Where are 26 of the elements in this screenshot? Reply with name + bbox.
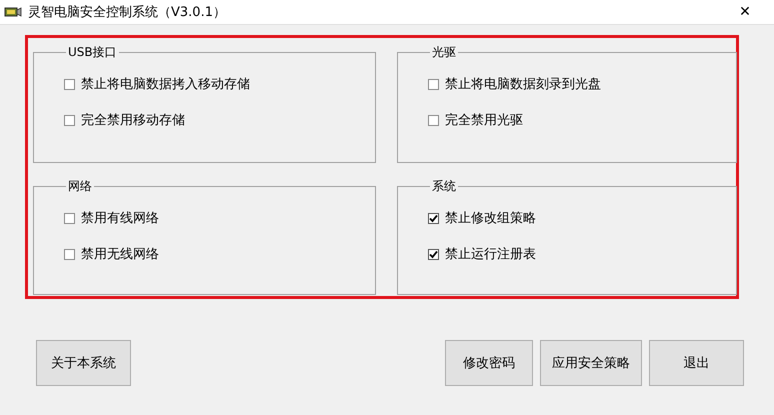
- checkbox-label[interactable]: 禁用有线网络: [81, 209, 159, 227]
- action-button[interactable]: 修改密码: [445, 340, 533, 386]
- checkbox-label[interactable]: 禁用无线网络: [81, 245, 159, 263]
- checkbox[interactable]: [64, 114, 75, 126]
- group-title: 网络: [67, 178, 93, 195]
- about-button[interactable]: 关于本系统: [36, 340, 131, 386]
- checkbox-label[interactable]: 完全禁用移动存储: [81, 111, 185, 129]
- checkbox-label[interactable]: 禁止修改组策略: [445, 209, 536, 227]
- action-button[interactable]: 退出: [649, 340, 744, 386]
- checkbox-label[interactable]: 禁止将电脑数据拷入移动存储: [81, 75, 250, 93]
- action-button[interactable]: 应用安全策略: [540, 340, 642, 386]
- window-title: 灵智电脑安全控制系统（V3.0.1）: [28, 4, 227, 21]
- group-title: 光驱: [431, 44, 457, 61]
- checkbox[interactable]: [64, 248, 75, 260]
- checkbox[interactable]: [428, 248, 439, 260]
- app-icon: [4, 5, 22, 19]
- checkbox-label[interactable]: 完全禁用光驱: [445, 111, 523, 129]
- checkbox[interactable]: [64, 212, 75, 224]
- checkbox[interactable]: [428, 212, 439, 224]
- checkbox-label[interactable]: 禁止将电脑数据刻录到光盘: [445, 75, 601, 93]
- group-title: 系统: [431, 178, 457, 195]
- checkbox-label[interactable]: 禁止运行注册表: [445, 245, 536, 263]
- group-title: USB接口: [67, 44, 118, 61]
- checkbox[interactable]: [428, 114, 439, 126]
- checkbox[interactable]: [428, 78, 439, 90]
- checkbox[interactable]: [64, 78, 75, 90]
